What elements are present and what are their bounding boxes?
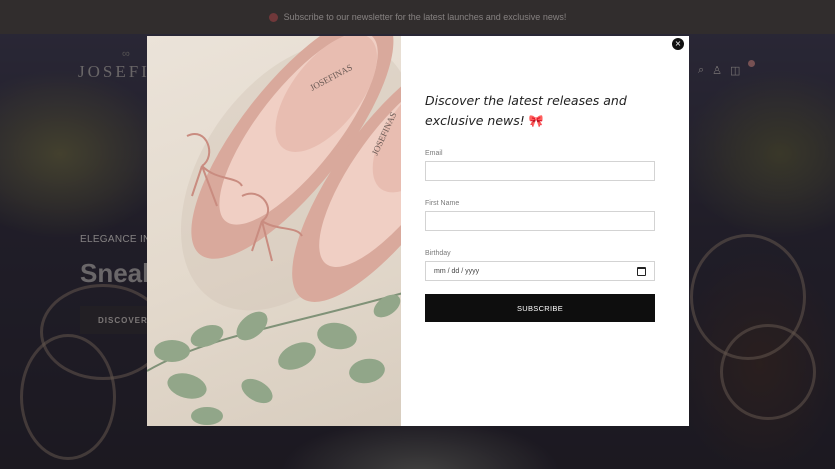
modal-title: Discover the latest releases and exclusi… bbox=[425, 91, 665, 131]
birthday-placeholder: mm / dd / yyyy bbox=[434, 267, 480, 275]
first-name-field[interactable] bbox=[425, 211, 655, 231]
subscribe-button[interactable]: SUBSCRIBE bbox=[425, 294, 655, 322]
birthday-field[interactable]: mm / dd / yyyy bbox=[425, 261, 655, 281]
ribbon-icon: 🎀 bbox=[528, 114, 544, 128]
modal-title-text: Discover the latest releases and exclusi… bbox=[425, 93, 627, 128]
newsletter-form: × Discover the latest releases and exclu… bbox=[401, 36, 689, 426]
modal-product-image: JOSEFINAS JOSEFINAS bbox=[147, 36, 401, 426]
newsletter-modal: JOSEFINAS JOSEFINAS × Discover the lates… bbox=[147, 36, 689, 426]
ballet-flats-illustration: JOSEFINAS JOSEFINAS bbox=[147, 36, 401, 425]
email-field[interactable] bbox=[425, 161, 655, 181]
birthday-label: Birthday bbox=[425, 250, 451, 257]
calendar-icon[interactable] bbox=[637, 266, 646, 276]
close-button[interactable]: × bbox=[672, 38, 684, 50]
first-name-label: First Name bbox=[425, 200, 460, 207]
email-label: Email bbox=[425, 150, 443, 157]
